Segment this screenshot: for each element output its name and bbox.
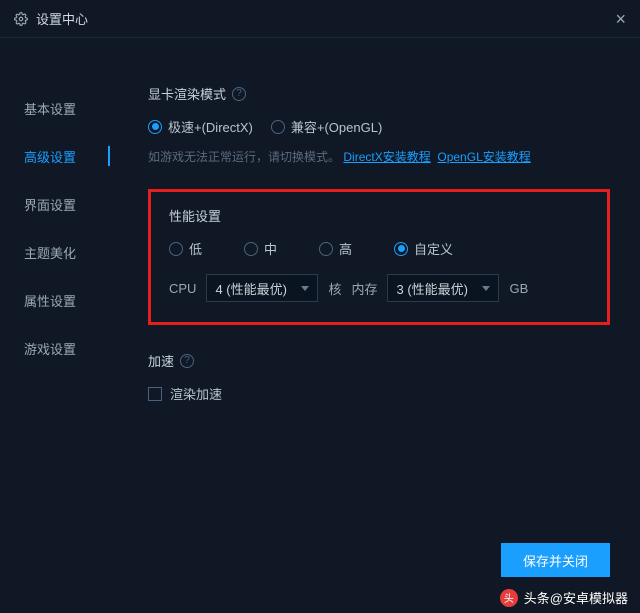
checkbox-label: 渲染加速 [170, 384, 222, 403]
watermark: 头 头条@安卓模拟器 [500, 588, 628, 607]
render-accel-checkbox[interactable]: 渲染加速 [148, 384, 610, 403]
titlebar: 设置中心 × [0, 0, 640, 38]
render-mode-section: 显卡渲染模式 ? 极速+(DirectX) 兼容+(OpenGL) 如游戏无法正… [148, 84, 610, 165]
sidebar: 基本设置 高级设置 界面设置 主题美化 属性设置 游戏设置 [0, 38, 110, 553]
accel-section: 加速 ? 渲染加速 [148, 351, 610, 403]
cpu-label: CPU [169, 281, 196, 296]
cpu-value: 4 (性能最优) [215, 279, 287, 298]
mem-unit: GB [509, 281, 528, 296]
footer: 保存并关闭 [501, 543, 610, 577]
sidebar-item-label: 高级设置 [24, 147, 76, 166]
chevron-down-icon [301, 286, 309, 291]
sidebar-item-theme[interactable]: 主题美化 [0, 228, 110, 276]
radio-circle-icon [244, 242, 258, 256]
radio-high[interactable]: 高 [319, 239, 352, 258]
radio-circle-icon [169, 242, 183, 256]
link-opengl-tutorial[interactable]: OpenGL安装教程 [437, 150, 530, 164]
radio-custom[interactable]: 自定义 [394, 239, 453, 258]
main-panel: 显卡渲染模式 ? 极速+(DirectX) 兼容+(OpenGL) 如游戏无法正… [110, 38, 640, 553]
radio-label: 高 [339, 239, 352, 258]
help-icon[interactable]: ? [180, 354, 194, 368]
watermark-text: 头条@安卓模拟器 [524, 588, 628, 607]
sidebar-item-basic[interactable]: 基本设置 [0, 84, 110, 132]
performance-title: 性能设置 [169, 206, 221, 225]
sidebar-item-label: 属性设置 [24, 291, 76, 310]
radio-circle-icon [319, 242, 333, 256]
accel-title: 加速 [148, 351, 174, 370]
radio-label: 中 [264, 239, 277, 258]
cpu-select[interactable]: 4 (性能最优) [206, 274, 318, 302]
render-hint: 如游戏无法正常运行，请切换模式。 DirectX安装教程 OpenGL安装教程 [148, 148, 610, 165]
radio-directx[interactable]: 极速+(DirectX) [148, 117, 253, 136]
radio-circle-icon [394, 242, 408, 256]
sidebar-item-ui[interactable]: 界面设置 [0, 180, 110, 228]
save-close-button[interactable]: 保存并关闭 [501, 543, 610, 577]
sidebar-item-label: 主题美化 [24, 243, 76, 262]
help-icon[interactable]: ? [232, 87, 246, 101]
sidebar-item-advanced[interactable]: 高级设置 [0, 132, 110, 180]
sidebar-item-label: 游戏设置 [24, 339, 76, 358]
radio-label: 自定义 [414, 239, 453, 258]
sidebar-item-label: 基本设置 [24, 99, 76, 118]
watermark-logo-icon: 头 [500, 589, 518, 607]
close-icon[interactable]: × [615, 10, 626, 28]
radio-circle-icon [271, 120, 285, 134]
gear-icon [14, 12, 28, 26]
radio-mid[interactable]: 中 [244, 239, 277, 258]
window-title: 设置中心 [36, 9, 88, 28]
mem-label: 内存 [351, 279, 377, 298]
sidebar-item-property[interactable]: 属性设置 [0, 276, 110, 324]
checkbox-box-icon [148, 387, 162, 401]
chevron-down-icon [482, 286, 490, 291]
radio-label: 低 [189, 239, 202, 258]
mem-value: 3 (性能最优) [396, 279, 468, 298]
radio-low[interactable]: 低 [169, 239, 202, 258]
radio-opengl[interactable]: 兼容+(OpenGL) [271, 117, 382, 136]
render-mode-title: 显卡渲染模式 [148, 84, 226, 103]
performance-section: 性能设置 低 中 高 自定义 [148, 189, 610, 325]
sidebar-item-game[interactable]: 游戏设置 [0, 324, 110, 372]
radio-circle-icon [148, 120, 162, 134]
sidebar-item-label: 界面设置 [24, 195, 76, 214]
radio-label: 极速+(DirectX) [168, 117, 253, 136]
link-directx-tutorial[interactable]: DirectX安装教程 [343, 150, 430, 164]
mem-select[interactable]: 3 (性能最优) [387, 274, 499, 302]
cpu-unit: 核 [328, 279, 341, 298]
radio-label: 兼容+(OpenGL) [291, 117, 382, 136]
